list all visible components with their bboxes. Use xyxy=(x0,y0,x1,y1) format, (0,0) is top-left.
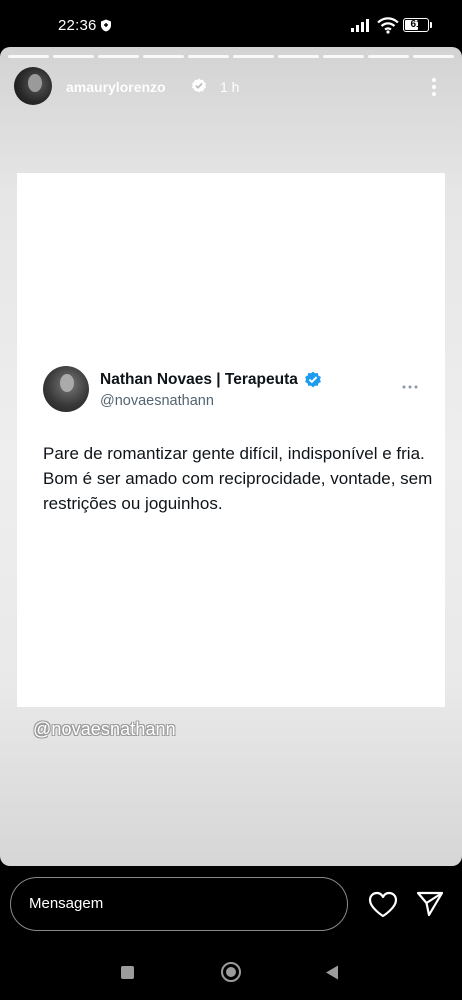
send-icon[interactable] xyxy=(416,891,444,922)
progress-segment xyxy=(368,55,409,58)
tweet-card: Nathan Novaes | Terapeuta @novaesnathann… xyxy=(17,173,445,707)
progress-segment xyxy=(188,55,229,58)
back-icon[interactable] xyxy=(325,965,339,985)
recents-icon[interactable] xyxy=(121,966,134,979)
tweet-author-handle: @novaesnathann xyxy=(100,393,214,409)
more-options-icon[interactable] xyxy=(428,76,440,103)
tweet-avatar-face xyxy=(60,374,74,392)
tweet-text: Pare de romantizar gente difícil, indisp… xyxy=(43,444,433,513)
battery-icon: 61 xyxy=(403,18,429,32)
mention-sticker[interactable]: @novaesnathann xyxy=(33,719,176,740)
progress-segment xyxy=(53,55,94,58)
status-time: 22:36 xyxy=(58,17,97,34)
battery-tip xyxy=(430,22,432,28)
shield-icon xyxy=(100,19,112,37)
home-icon[interactable] xyxy=(221,962,241,982)
progress-segment xyxy=(413,55,454,58)
system-nav-bar xyxy=(0,946,462,1000)
story-time-ago: 1 h xyxy=(220,79,240,95)
tweet-author-name: Nathan Novaes | Terapeuta xyxy=(100,371,298,388)
tweet-avatar xyxy=(43,366,89,412)
signal-icon xyxy=(351,19,371,37)
progress-segment xyxy=(278,55,319,58)
progress-segment xyxy=(233,55,274,58)
verified-blue-icon xyxy=(304,371,322,394)
story-progress xyxy=(8,55,454,58)
avatar[interactable] xyxy=(14,67,52,105)
status-bar: 22:36 61 xyxy=(0,0,462,50)
story-username[interactable]: amaurylorenzo xyxy=(66,79,166,95)
verified-icon xyxy=(191,78,207,99)
story-header: amaurylorenzo 1 h xyxy=(0,67,462,111)
home-icon-inner xyxy=(226,967,236,977)
progress-segment xyxy=(8,55,49,58)
tweet-more-icon xyxy=(401,377,419,395)
progress-segment xyxy=(98,55,139,58)
story-view[interactable]: amaurylorenzo 1 h Nathan Novaes | Terape… xyxy=(0,47,462,866)
message-placeholder: Mensagem xyxy=(29,895,104,912)
battery-percent: 61 xyxy=(410,19,422,30)
progress-segment xyxy=(143,55,184,58)
wifi-icon xyxy=(377,17,399,39)
progress-segment xyxy=(323,55,364,58)
heart-icon[interactable] xyxy=(368,891,398,923)
avatar-face xyxy=(28,74,42,92)
message-input[interactable]: Mensagem xyxy=(10,877,348,931)
reply-bar: Mensagem xyxy=(0,866,462,946)
